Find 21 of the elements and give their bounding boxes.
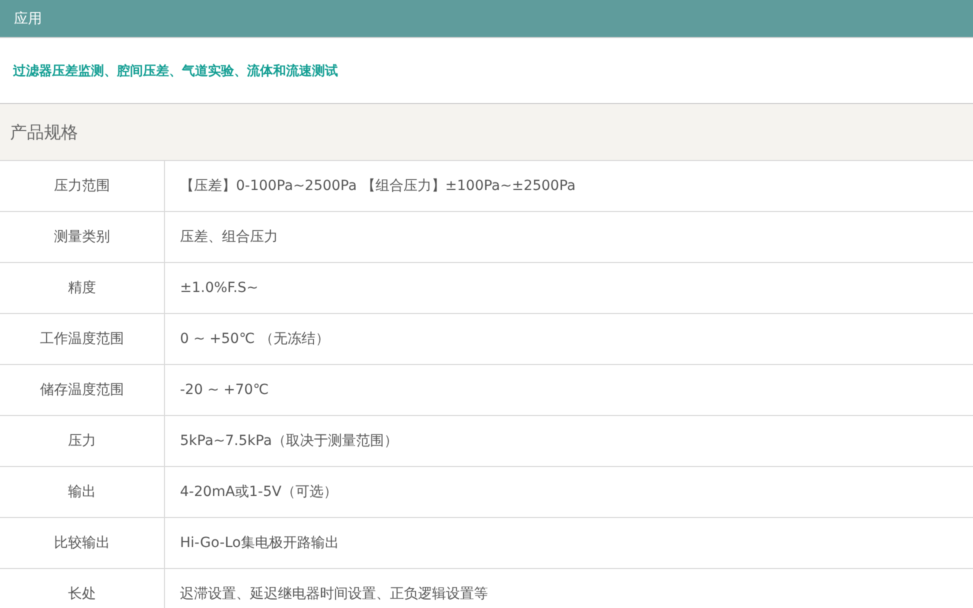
- spec-label: 长处: [68, 585, 96, 603]
- spec-label: 精度: [68, 279, 96, 297]
- spec-value: 5kPa~7.5kPa（取决于测量范围）: [180, 432, 398, 450]
- spec-value: 4-20mA或1-5V（可选）: [180, 483, 338, 501]
- specs-title: 产品规格: [10, 122, 78, 144]
- spec-label: 压力: [68, 432, 96, 450]
- section-title: 应用: [14, 10, 42, 28]
- spec-value: 0 ~ +50℃ （无冻结）: [180, 330, 330, 348]
- spec-label: 工作温度范围: [40, 330, 124, 348]
- spec-value: ±1.0%F.S~: [180, 280, 258, 296]
- application-text: 过滤器压差监测、腔间压差、气道实验、流体和流速测试: [13, 62, 338, 80]
- spec-value: Hi-Go-Lo集电极开路输出: [180, 534, 339, 552]
- spec-value: 迟滞设置、延迟继电器时间设置、正负逻辑设置等: [180, 585, 488, 603]
- spec-label: 比较输出: [54, 534, 110, 552]
- spec-label: 储存温度范围: [40, 381, 124, 399]
- spec-value: 【压差】0-100Pa~2500Pa 【组合压力】±100Pa~±2500Pa: [180, 177, 576, 195]
- spec-value: 压差、组合压力: [180, 228, 278, 246]
- spec-label: 压力范围: [54, 177, 110, 195]
- spec-value: -20 ~ +70℃: [180, 382, 269, 398]
- spec-label: 测量类别: [54, 228, 110, 246]
- spec-label: 输出: [68, 483, 96, 501]
